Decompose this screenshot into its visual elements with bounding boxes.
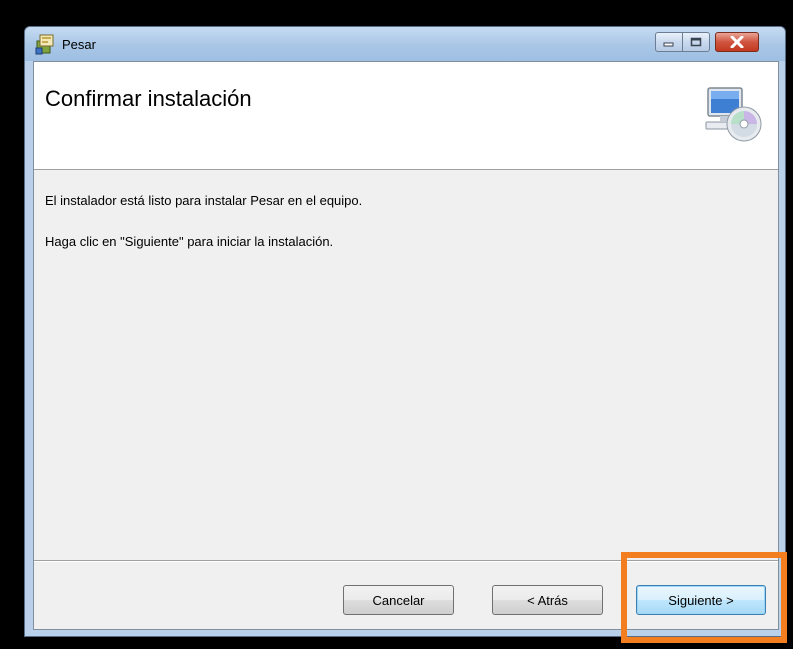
page-title: Confirmar instalación xyxy=(45,86,252,111)
banner: Confirmar instalación xyxy=(34,62,778,170)
title-bar[interactable]: Pesar xyxy=(25,27,785,61)
maximize-icon xyxy=(690,37,702,47)
cancel-button[interactable]: Cancelar xyxy=(343,585,454,615)
installer-window: Pesar Confirmar instalación El instalado… xyxy=(24,26,786,637)
back-button[interactable]: < Atrás xyxy=(492,585,603,615)
ready-message: El instalador está listo para instalar P… xyxy=(45,193,363,208)
computer-cd-icon xyxy=(705,87,762,142)
dialog-body: Confirmar instalación El instalador está… xyxy=(33,61,779,630)
instruction-message: Haga clic en "Siguiente" para iniciar la… xyxy=(45,234,334,249)
window-title: Pesar xyxy=(62,37,96,52)
minimize-icon xyxy=(663,42,674,47)
maximize-button[interactable] xyxy=(682,32,710,52)
next-button[interactable]: Siguiente > xyxy=(636,585,766,615)
close-button[interactable] xyxy=(715,32,759,52)
close-icon xyxy=(730,36,744,48)
installer-package-icon xyxy=(35,34,54,55)
minimize-button[interactable] xyxy=(655,32,683,52)
footer-divider xyxy=(34,560,778,562)
